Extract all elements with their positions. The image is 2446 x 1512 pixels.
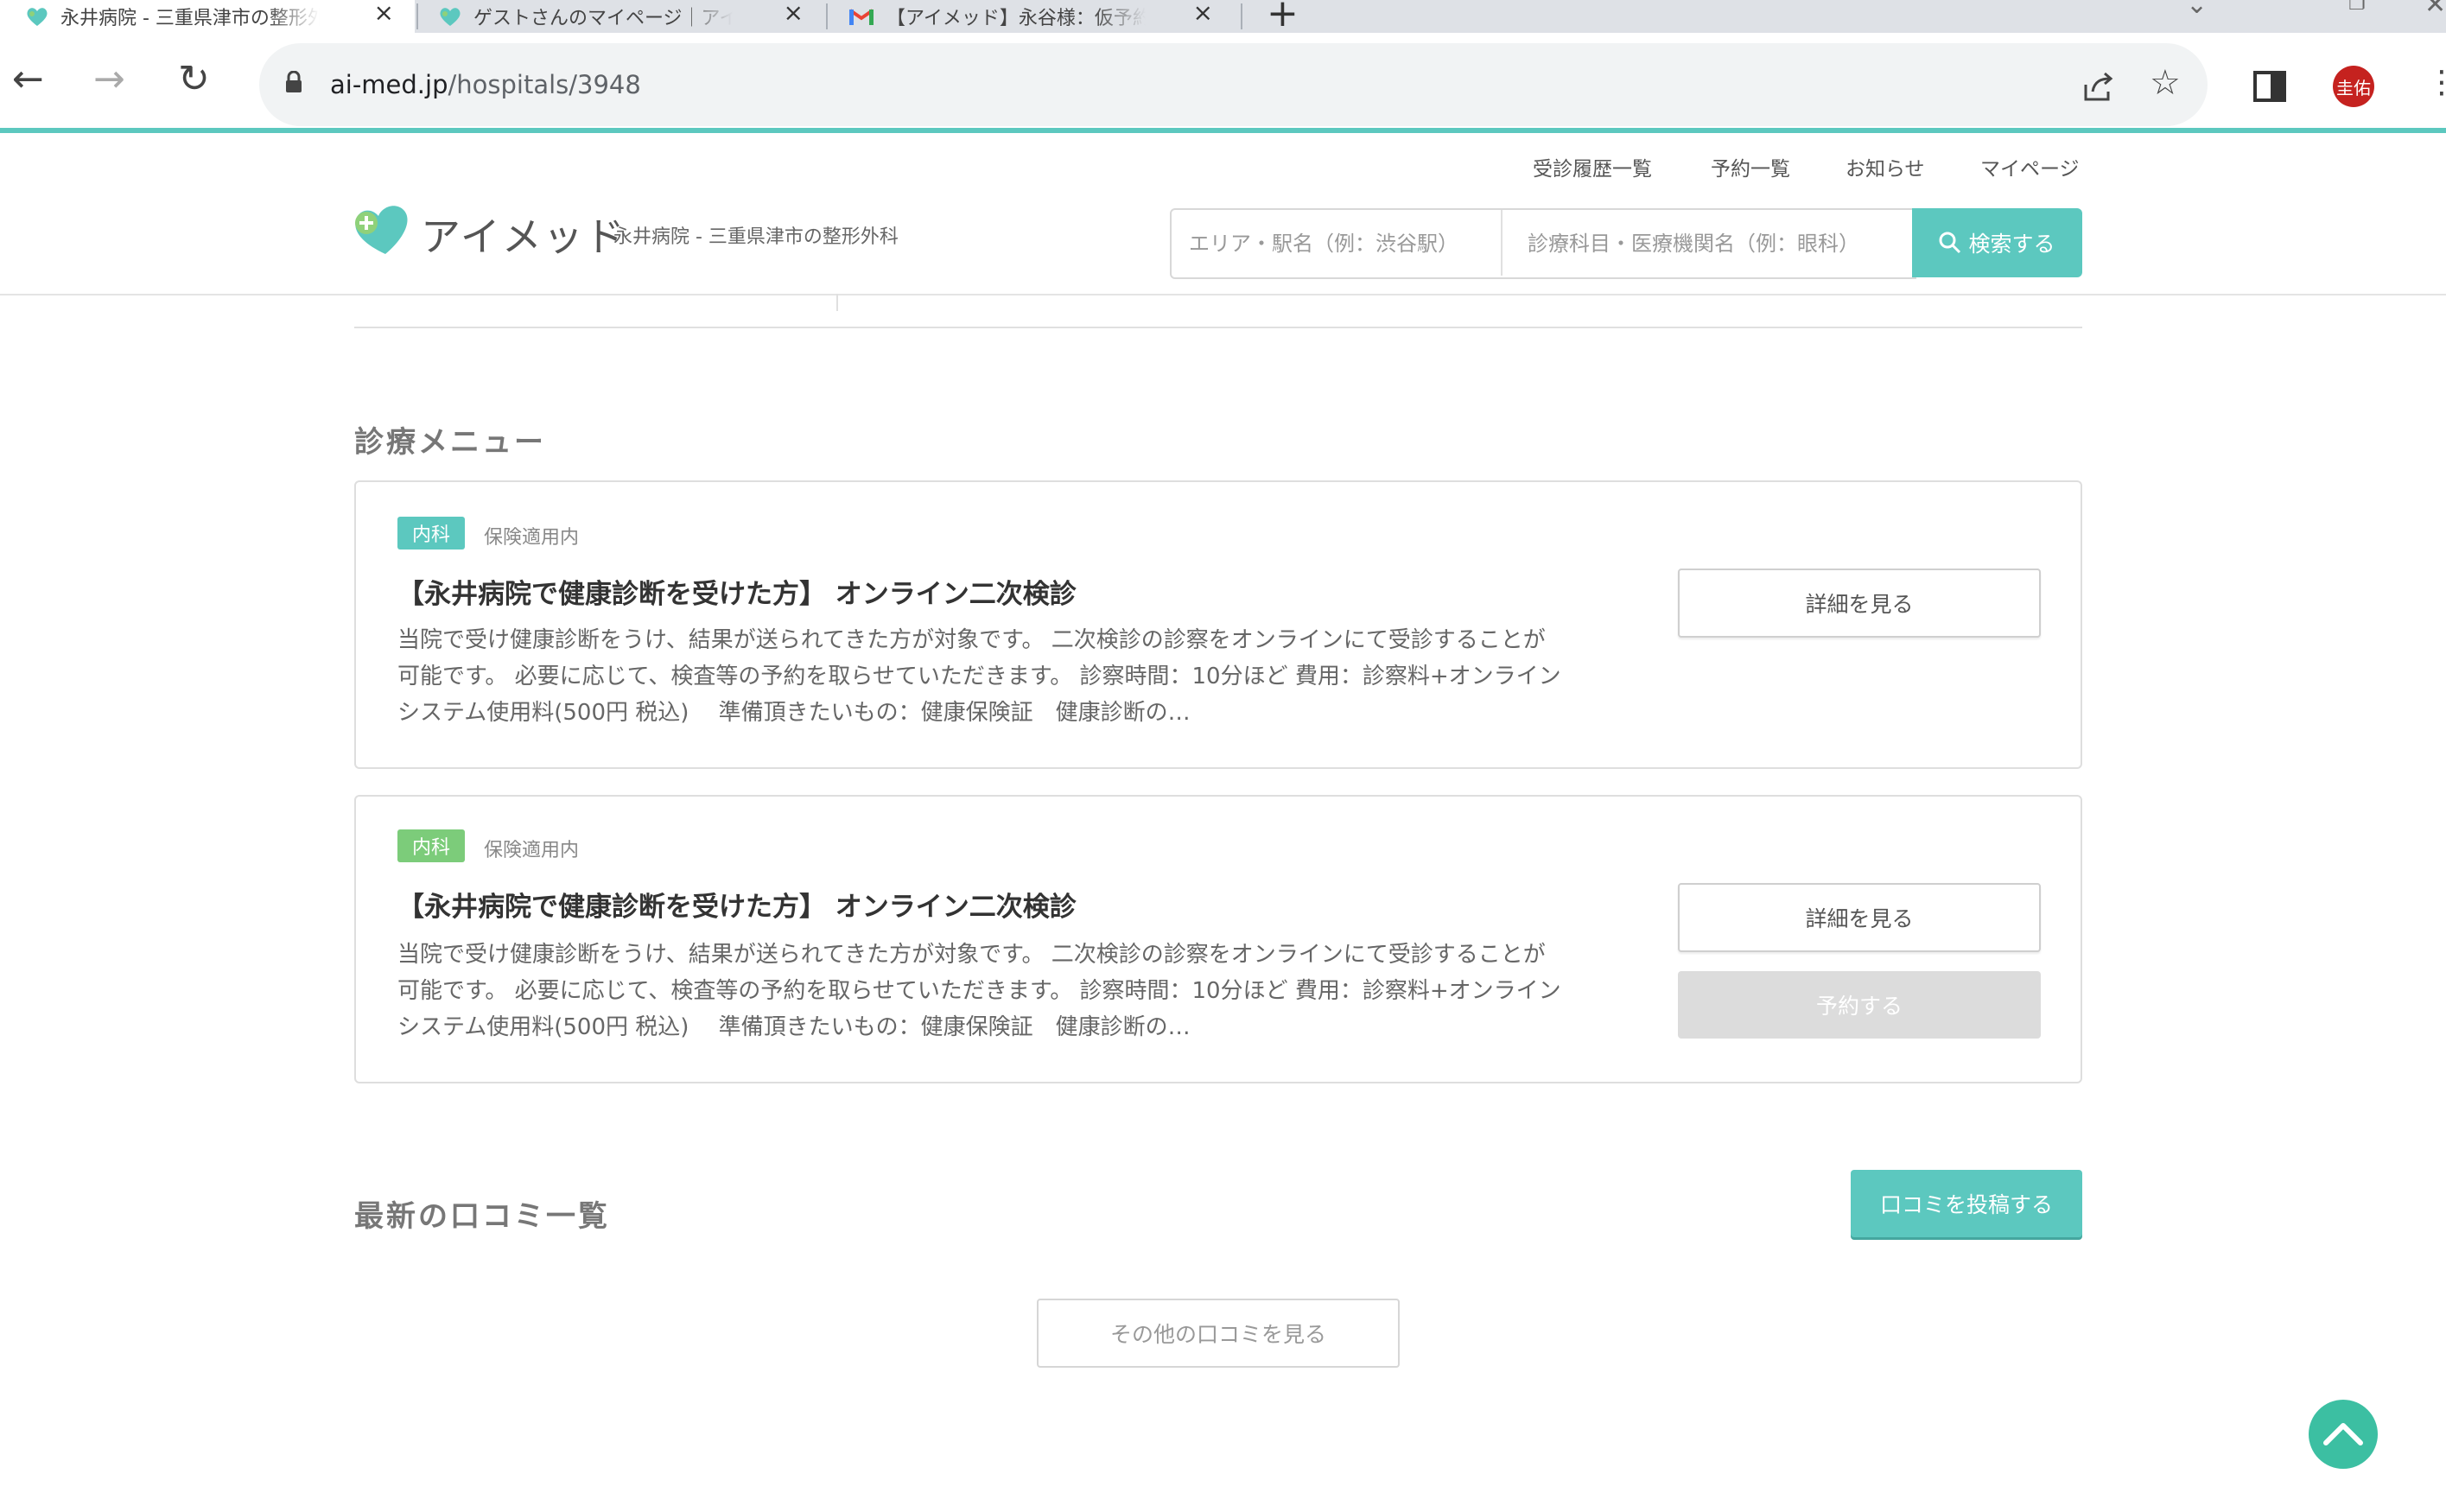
logo-text[interactable]: アイメッド — [421, 206, 626, 263]
bookmark-star-icon[interactable]: ☆ — [2150, 66, 2181, 100]
close-icon[interactable]: × — [374, 0, 394, 26]
browser-tab-gmail[interactable]: 【アイメッド】永谷様：仮予約承認 × — [828, 0, 1234, 33]
more-reviews-button[interactable]: その他の口コミを見る — [1037, 1299, 1400, 1368]
aimed-logo-icon[interactable] — [353, 204, 410, 256]
detail-button[interactable]: 詳細を見る — [1678, 883, 2041, 952]
logo-subtitle: 永井病院 - 三重県津市の整形外科 — [613, 226, 899, 248]
department-badge: 内科 — [397, 829, 465, 862]
insurance-label: 保険適用内 — [484, 840, 580, 861]
search-button[interactable]: 検索する — [1912, 208, 2082, 277]
close-window-icon[interactable]: ✕ — [2424, 0, 2446, 20]
browser-tab-bar: 永井病院 - 三重県津市の整形外科 × ゲストさんのマイページ｜アイメッド × … — [0, 0, 2446, 33]
search-divider — [1501, 210, 1503, 276]
search-button-label: 検索する — [1968, 232, 2055, 257]
close-icon[interactable]: × — [1193, 0, 1213, 26]
menu-card: 内科 保険適用内 【永井病院で健康診断を受けた方】 オンライン二次検診 当院で受… — [354, 795, 2082, 1083]
tab-title: 【アイメッド】永谷様：仮予約承認 — [886, 8, 1146, 29]
nav-link-visit-history[interactable]: 受診履歴一覧 — [1533, 152, 1652, 181]
lock-icon — [286, 71, 302, 92]
new-tab-button[interactable]: + — [1267, 0, 1299, 33]
gmail-favicon — [848, 9, 874, 25]
chevron-down-icon[interactable]: ⌄ — [2186, 0, 2208, 20]
post-review-button[interactable]: 口コミを投稿する — [1851, 1170, 2082, 1237]
url-host: ai-med.jp — [330, 70, 448, 99]
tab-title: ゲストさんのマイページ｜アイメッド — [473, 8, 733, 29]
menu-section-title: 診療メニュー — [354, 425, 546, 460]
area-search-input[interactable] — [1187, 210, 1493, 277]
aimed-heart-favicon — [27, 8, 48, 26]
kebab-menu-icon[interactable]: ⋮ — [2426, 66, 2446, 100]
side-panel-icon[interactable] — [2253, 71, 2286, 102]
browser-tab-active[interactable]: 永井病院 - 三重県津市の整形外科 × — [0, 0, 415, 33]
menu-card-title: 【永井病院で健康診断を受けた方】 オンライン二次検診 — [397, 892, 1077, 923]
reserve-button[interactable]: 予約する — [1678, 971, 2041, 1039]
section-divider-tick — [836, 294, 838, 311]
nav-link-mypage[interactable]: マイページ — [1980, 152, 2080, 181]
share-icon[interactable] — [2082, 71, 2115, 102]
menu-card-title: 【永井病院で健康診断を受けた方】 オンライン二次検診 — [397, 579, 1077, 610]
department-badge: 内科 — [397, 517, 465, 550]
reload-icon[interactable]: ↻ — [178, 60, 210, 98]
keyword-search-input[interactable] — [1526, 210, 1909, 277]
url-path: /hospitals/3948 — [448, 70, 641, 99]
nav-link-reservations[interactable]: 予約一覧 — [1711, 152, 1790, 181]
tab-title: 永井病院 - 三重県津市の整形外科 — [60, 8, 320, 29]
restore-window-icon[interactable]: ❐ — [2348, 0, 2366, 15]
profile-avatar[interactable]: 圭佑 — [2333, 66, 2374, 107]
scroll-to-top-button[interactable] — [2309, 1400, 2378, 1469]
section-divider — [354, 327, 2082, 328]
aimed-heart-favicon — [440, 8, 461, 26]
tab-separator — [1241, 3, 1242, 29]
url-text[interactable]: ai-med.jp/hospitals/3948 — [330, 70, 641, 99]
menu-card: 内科 保険適用内 【永井病院で健康診断を受けた方】 オンライン二次検診 当院で受… — [354, 480, 2082, 769]
detail-button[interactable]: 詳細を見る — [1678, 569, 2041, 638]
chevron-up-icon — [2323, 1423, 2363, 1445]
browser-tab-mypage[interactable]: ゲストさんのマイページ｜アイメッド × — [418, 0, 824, 33]
back-arrow-icon[interactable]: ← — [12, 60, 44, 98]
menu-card-description: 当院で受け健康診断をうけ、結果が送られてきた方が対象です。 二次検診の診察をオン… — [397, 942, 1561, 1040]
menu-card-description: 当院で受け健康診断をうけ、結果が送られてきた方が対象です。 二次検診の診察をオン… — [397, 627, 1561, 726]
search-icon — [1939, 232, 1961, 254]
nav-link-notices[interactable]: お知らせ — [1846, 152, 1925, 181]
insurance-label: 保険適用内 — [484, 527, 580, 549]
forward-arrow-icon[interactable]: → — [93, 60, 125, 98]
reviews-section-title: 最新の口コミ一覧 — [354, 1199, 610, 1234]
close-icon[interactable]: × — [784, 0, 804, 26]
